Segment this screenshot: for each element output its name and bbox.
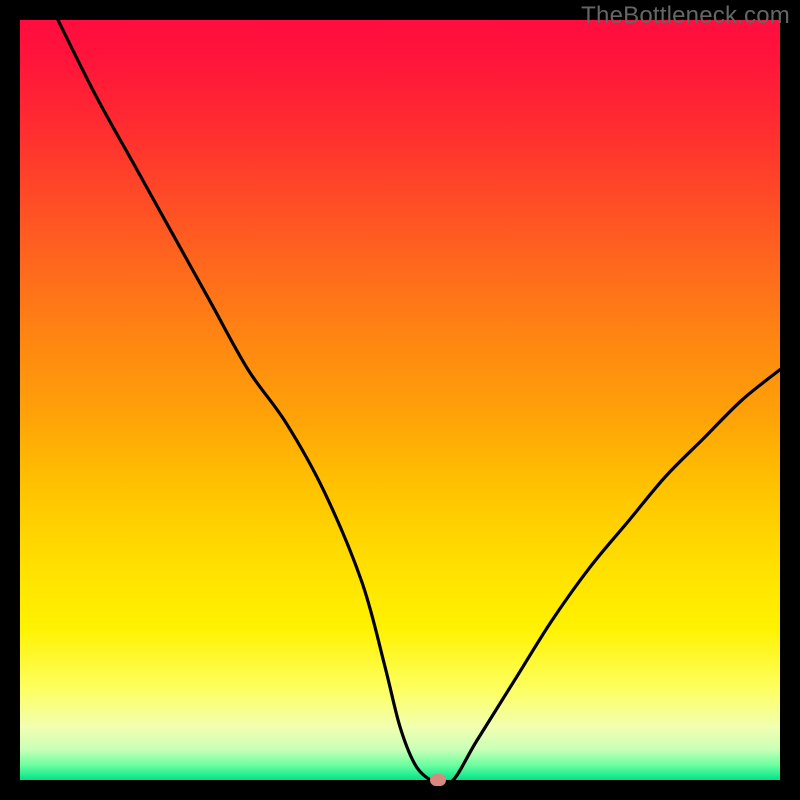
bottleneck-curve — [58, 20, 780, 780]
watermark-text: TheBottleneck.com — [581, 2, 790, 30]
chart-frame: TheBottleneck.com — [0, 0, 800, 800]
optimal-point-marker — [430, 774, 446, 786]
curve-layer — [20, 20, 780, 780]
plot-area — [20, 20, 780, 780]
